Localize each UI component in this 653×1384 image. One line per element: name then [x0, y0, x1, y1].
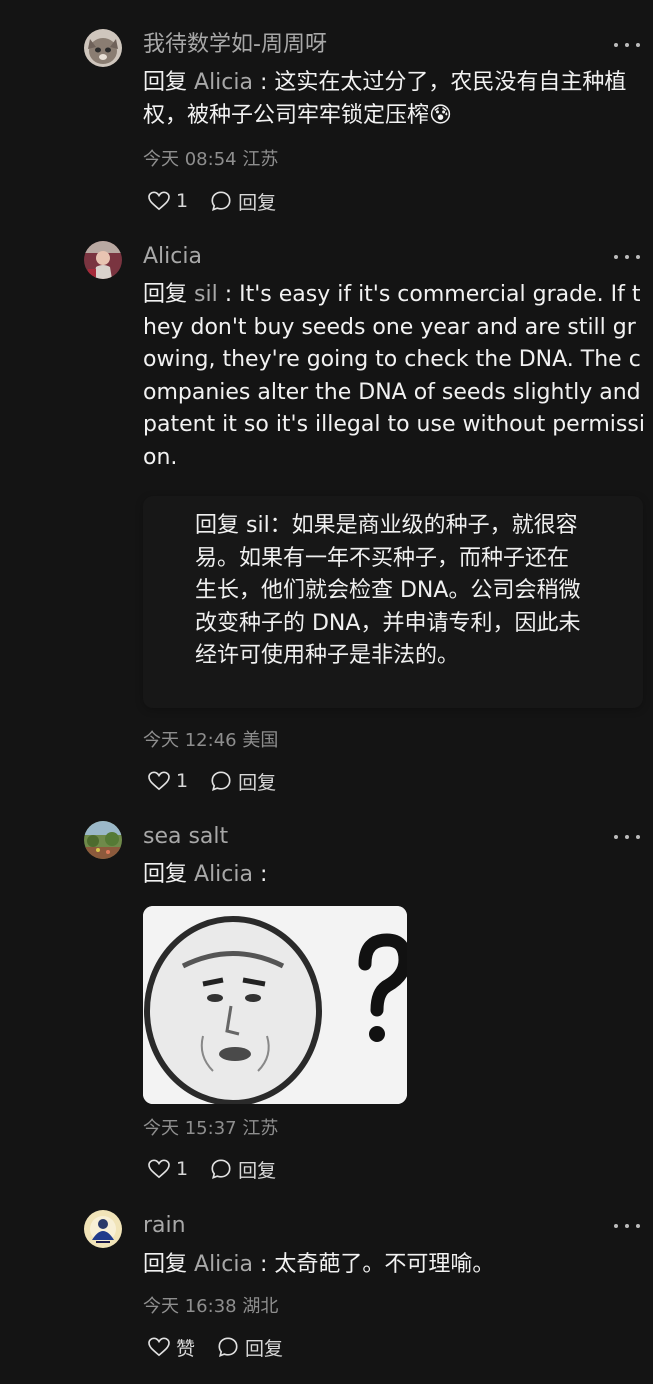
reply-button[interactable]: 回复 — [210, 1156, 276, 1183]
comment-timestamp: 今天 15:37 江苏 — [143, 1118, 279, 1139]
comment-actions: 1 回复 — [148, 188, 298, 214]
heart-outline-icon — [148, 191, 170, 211]
reply-label: 回复 — [238, 771, 277, 794]
comment-timestamp: 今天 12:46 美国 — [143, 730, 279, 751]
comment-text: 回复 sil : It's easy if it's commercial gr… — [143, 279, 645, 474]
more-dots-icon[interactable] — [611, 33, 643, 57]
colon: : — [252, 1252, 275, 1277]
reply-button[interactable]: 回复 — [217, 1334, 283, 1361]
mention-link[interactable]: Alicia — [194, 862, 253, 887]
comment-body: 太奇葩了。不可理喻。 — [274, 1252, 495, 1277]
more-dots-icon[interactable] — [611, 1214, 643, 1238]
colon: : — [217, 282, 240, 307]
like-count: 1 — [176, 190, 189, 212]
sweat-emoji-icon: 😰 — [429, 102, 452, 128]
username[interactable]: 我待数学如-周周呀 — [143, 31, 327, 59]
reply-prefix: 回复 — [143, 70, 188, 95]
like-button[interactable]: 1 — [148, 1158, 188, 1180]
mention-link[interactable]: sil — [194, 282, 218, 307]
reply-label: 回复 — [238, 1159, 277, 1182]
comment-actions: 1 回复 — [148, 1156, 298, 1182]
like-button[interactable]: 1 — [148, 190, 188, 212]
like-count: 1 — [176, 1158, 189, 1180]
mention-link[interactable]: Alicia — [194, 1252, 253, 1277]
confused-face-meme — [143, 906, 407, 1104]
like-button[interactable]: 赞 — [148, 1334, 195, 1361]
meme-image[interactable] — [143, 906, 407, 1104]
username[interactable]: Alicia — [143, 243, 202, 271]
translation-box: 回复 sil：如果是商业级的种子，就很容易。如果有一年不买种子，而种子还在生长，… — [143, 496, 643, 708]
avatar[interactable] — [84, 241, 122, 279]
comment-timestamp: 今天 16:38 湖北 — [143, 1296, 279, 1317]
comment-text: 回复 Alicia : — [143, 859, 645, 892]
reply-label: 回复 — [245, 1337, 284, 1360]
colon: : — [252, 862, 268, 887]
avatar[interactable] — [84, 821, 122, 859]
colon: : — [252, 70, 275, 95]
heart-outline-icon — [148, 771, 170, 791]
avatar-garden-image — [84, 821, 122, 859]
avatar[interactable] — [84, 1210, 122, 1248]
heart-outline-icon — [148, 1337, 170, 1357]
mention-link[interactable]: Alicia — [194, 70, 253, 95]
comment-body: It's easy if it's commercial grade. If t… — [143, 282, 645, 470]
more-dots-icon[interactable] — [611, 825, 643, 849]
reply-prefix: 回复 — [143, 282, 188, 307]
heart-outline-icon — [148, 1159, 170, 1179]
reply-label: 回复 — [238, 191, 277, 214]
comment-timestamp: 今天 08:54 江苏 — [143, 149, 279, 170]
speech-bubble-icon — [211, 191, 231, 212]
avatar[interactable] — [84, 29, 122, 67]
like-label: 赞 — [176, 1337, 196, 1360]
reply-button[interactable]: 回复 — [210, 188, 276, 215]
speech-bubble-icon — [211, 1159, 231, 1180]
comment-actions: 1 回复 — [148, 768, 298, 794]
avatar-cat-image — [84, 29, 122, 67]
speech-bubble-icon — [218, 1337, 238, 1358]
reply-prefix: 回复 — [143, 1252, 188, 1277]
speech-bubble-icon — [211, 771, 231, 792]
comment-text: 回复 Alicia : 这实在太过分了，农民没有自主种植权，被种子公司牢牢锁定压… — [143, 67, 645, 132]
translation-text: 回复 sil：如果是商业级的种子，就很容易。如果有一年不买种子，而种子还在生长，… — [195, 513, 581, 668]
like-count: 1 — [176, 770, 189, 792]
more-dots-icon[interactable] — [611, 245, 643, 269]
avatar-anime-image — [84, 1210, 122, 1248]
comment-text: 回复 Alicia : 太奇葩了。不可理喻。 — [143, 1249, 645, 1282]
reply-prefix: 回复 — [143, 862, 188, 887]
username[interactable]: sea salt — [143, 823, 228, 851]
reply-button[interactable]: 回复 — [210, 768, 276, 795]
username[interactable]: rain — [143, 1212, 186, 1240]
avatar-person-image — [84, 241, 122, 279]
like-button[interactable]: 1 — [148, 770, 188, 792]
comment-actions: 赞 回复 — [148, 1334, 305, 1360]
